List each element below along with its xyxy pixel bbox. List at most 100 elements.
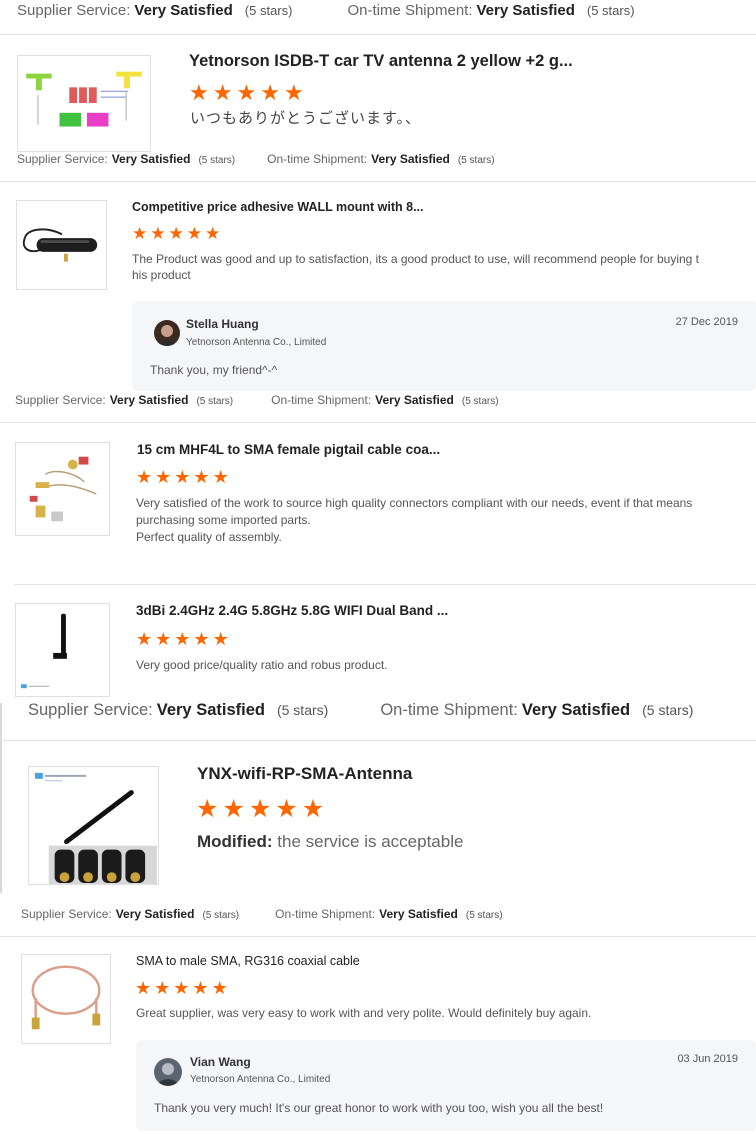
star-icon: ★ [301,795,325,823]
review-line: purchasing some imported parts. [136,513,311,527]
shipment-value: Very Satisfied [521,701,631,719]
supplier-service-label: Supplier Service: [21,907,112,921]
shipment-label: On-time Shipment: [271,393,372,407]
star-icon: ★ [135,978,152,998]
product-thumbnail[interactable] [15,603,110,697]
review-text: Great supplier, was very easy to work wi… [136,1005,591,1021]
star-icon: ★ [173,978,190,998]
star-icon: ★ [212,467,229,487]
star-icon: ★ [193,629,210,649]
star-rating: ★ ★ ★ ★ ★ [189,82,304,104]
shipment-stars: (5 stars) [586,3,635,18]
star-icon: ★ [136,629,153,649]
product-title[interactable]: Competitive price adhesive WALL mount wi… [132,200,424,214]
shipment-label: On-time Shipment: [267,152,368,166]
star-icon: ★ [212,80,233,105]
shipment-rating: On-time Shipment: Very Satisfied (5 star… [347,2,634,19]
star-icon: ★ [236,80,257,105]
review-line: his product [132,268,191,282]
review-line: The Product was good and up to satisfact… [132,252,699,266]
rating-row: Supplier Service: Very Satisfied (5 star… [0,152,756,166]
reply-company: Yetnorson Antenna Co., Limited [190,1074,331,1085]
star-icon: ★ [154,978,171,998]
review-text: いつもありがとうございます。、 [190,109,421,129]
product-thumbnail[interactable] [17,55,151,152]
supplier-service-label: Supplier Service: [15,393,106,407]
star-icon: ★ [155,467,172,487]
product-title[interactable]: 3dBi 2.4GHz 2.4G 5.8GHz 5.8G WIFI Dual B… [136,603,448,618]
supplier-service-rating: Supplier Service: Very Satisfied (5 star… [15,393,233,407]
shipment-label: On-time Shipment: [380,701,518,719]
star-icon: ★ [212,629,229,649]
supplier-service-stars: (5 stars) [276,702,329,718]
reply-text: Thank you very much! It's our great hono… [154,1101,604,1115]
review-line: Great supplier, was very easy to work wi… [136,1006,592,1020]
reply-date: 27 Dec 2019 [675,316,738,328]
review-line: Very good price/quality ratio and robus … [136,658,388,672]
shipment-rating: On-time Shipment: Very Satisfied (5 star… [275,907,502,921]
product-title[interactable]: SMA to male SMA, RG316 coaxial cable [136,954,360,968]
supplier-service-rating: Supplier Service: Very Satisfied (5 star… [17,2,292,19]
product-thumbnail[interactable] [21,954,111,1044]
shipment-value: Very Satisfied [379,907,458,921]
review-text: Very satisfied of the work to source hig… [136,495,751,546]
review-text: Modified: the service is acceptable [197,831,463,853]
review-line: Very satisfied of the work to source hig… [136,496,693,510]
shipment-value: Very Satisfied [476,2,575,19]
review-line: Perfect quality of assembly. [136,530,282,544]
product-title[interactable]: YNX-wifi-RP-SMA-Antenna [197,764,412,784]
star-icon: ★ [211,978,228,998]
reply-date: 03 Jun 2019 [677,1053,738,1065]
review-text: Very good price/quality ratio and robus … [136,657,387,673]
divider [0,936,756,937]
star-icon: ★ [155,629,172,649]
product-title[interactable]: 15 cm MHF4L to SMA female pigtail cable … [137,442,440,457]
shipment-rating: On-time Shipment: Very Satisfied (5 star… [267,152,494,166]
supplier-reply: Vian Wang Yetnorson Antenna Co., Limited… [136,1040,756,1131]
supplier-reply: Stella Huang Yetnorson Antenna Co., Limi… [132,301,756,391]
star-icon: ★ [248,795,272,823]
product-thumbnail[interactable] [28,766,159,885]
supplier-service-stars: (5 stars) [196,396,234,407]
product-thumbnail[interactable] [15,442,110,536]
review-line: the service is acceptable [277,832,464,851]
divider [0,181,756,182]
supplier-service-value: Very Satisfied [111,152,191,166]
supplier-service-value: Very Satisfied [156,701,265,719]
star-icon: ★ [196,795,219,823]
rating-row: Supplier Service: Very Satisfied (5 star… [0,2,756,19]
modified-label: Modified: [197,832,273,851]
star-rating: ★ ★ ★ ★ ★ [132,225,220,242]
star-icon: ★ [275,795,298,823]
star-rating: ★ ★ ★ ★ ★ [196,797,324,822]
shipment-value: Very Satisfied [371,152,450,166]
product-title[interactable]: Yetnorson ISDB-T car TV antenna 2 yellow… [189,52,573,71]
reply-company: Yetnorson Antenna Co., Limited [186,337,327,348]
avatar [154,1058,182,1086]
shipment-stars: (5 stars) [461,396,499,407]
divider [0,34,756,35]
shipment-stars: (5 stars) [465,910,503,921]
supplier-service-value: Very Satisfied [115,907,195,921]
shipment-rating: On-time Shipment: Very Satisfied (5 star… [271,393,498,407]
star-icon: ★ [283,80,304,105]
divider [0,740,756,741]
rating-row: Supplier Service: Very Satisfied (5 star… [0,393,756,407]
shipment-label: On-time Shipment: [275,907,376,921]
supplier-service-stars: (5 stars) [198,155,236,166]
shipment-value: Very Satisfied [375,393,454,407]
supplier-service-value: Very Satisfied [134,2,233,19]
star-icon: ★ [168,224,184,243]
shipment-stars: (5 stars) [642,702,694,718]
supplier-service-stars: (5 stars) [202,910,240,921]
star-icon: ★ [150,224,166,243]
reply-author-name: Stella Huang [186,317,259,331]
supplier-service-label: Supplier Service: [28,701,153,719]
review-line: いつもありがとうございます。、 [190,110,422,127]
supplier-service-stars: (5 stars) [244,3,293,18]
star-icon: ★ [186,224,202,243]
divider [0,422,756,423]
supplier-service-rating: Supplier Service: Very Satisfied (5 star… [21,907,239,921]
star-rating: ★ ★ ★ ★ ★ [136,468,229,486]
product-thumbnail[interactable] [16,200,107,290]
